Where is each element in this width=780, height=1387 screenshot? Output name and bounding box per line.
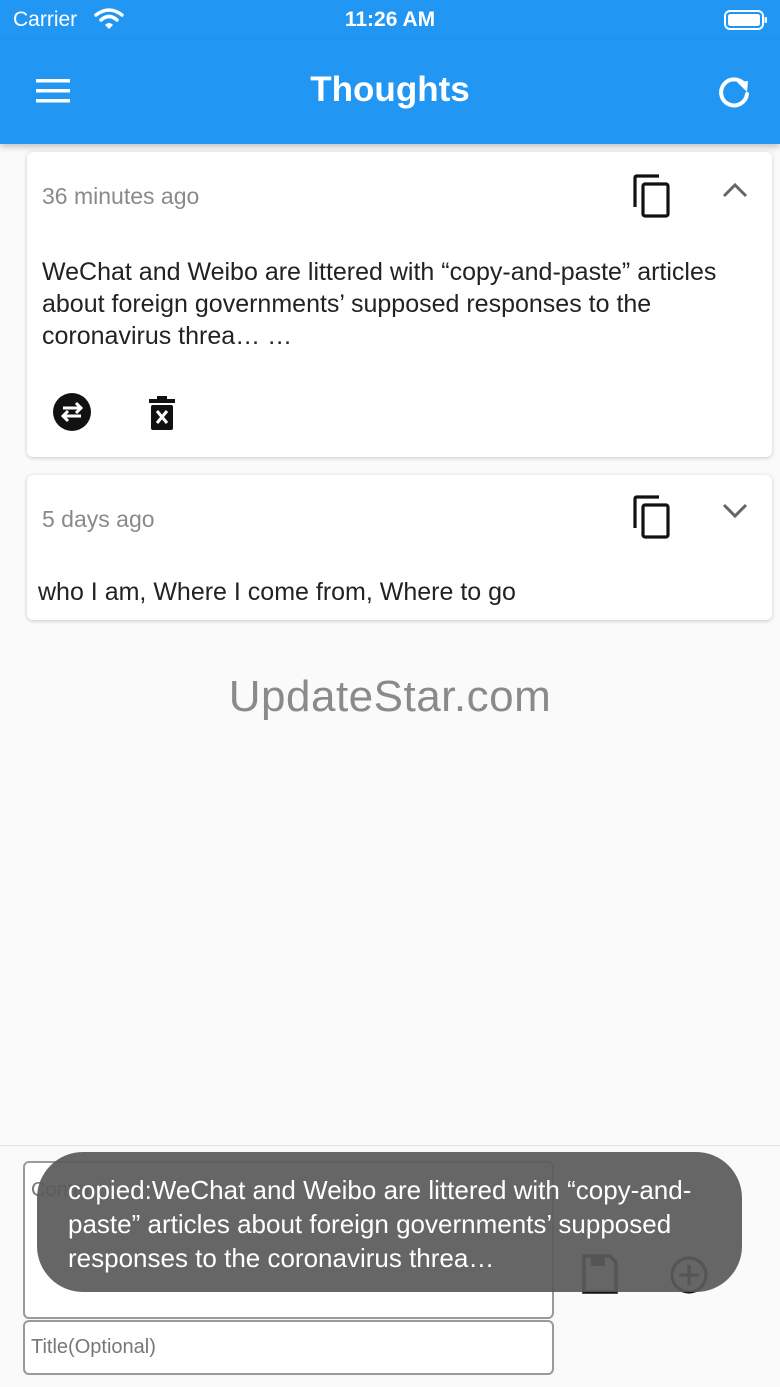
copied-toast: copied:WeChat and Weibo are littered wit… — [37, 1152, 742, 1292]
chevron-down-icon[interactable] — [721, 502, 749, 520]
chevron-up-icon[interactable] — [721, 181, 749, 199]
refresh-icon[interactable] — [714, 72, 754, 112]
battery-icon — [724, 10, 767, 30]
app-bar: Thoughts — [0, 40, 780, 144]
page-title: Thoughts — [310, 70, 470, 109]
card-content: WeChat and Weibo are littered with “copy… — [42, 258, 717, 350]
swap-icon[interactable] — [52, 392, 92, 432]
card-timestamp: 5 days ago — [42, 506, 155, 532]
thought-card[interactable]: 5 days ago who I am, Where I come from, … — [27, 475, 772, 620]
card-timestamp: 36 minutes ago — [42, 183, 200, 209]
copy-icon[interactable] — [632, 174, 672, 220]
title-input[interactable] — [23, 1320, 554, 1375]
copy-icon[interactable] — [632, 495, 672, 541]
status-bar: Carrier 11:26 AM — [0, 0, 780, 40]
card-content: who I am, Where I come from, Where to go — [38, 578, 516, 606]
delete-icon[interactable] — [148, 395, 176, 431]
watermark: UpdateStar.com — [228, 672, 552, 721]
clock: 11:26 AM — [344, 8, 436, 31]
thought-card[interactable]: 36 minutes ago WeChat and Weibo are litt… — [27, 152, 772, 457]
toast-message: copied:WeChat and Weibo are littered wit… — [68, 1175, 692, 1273]
